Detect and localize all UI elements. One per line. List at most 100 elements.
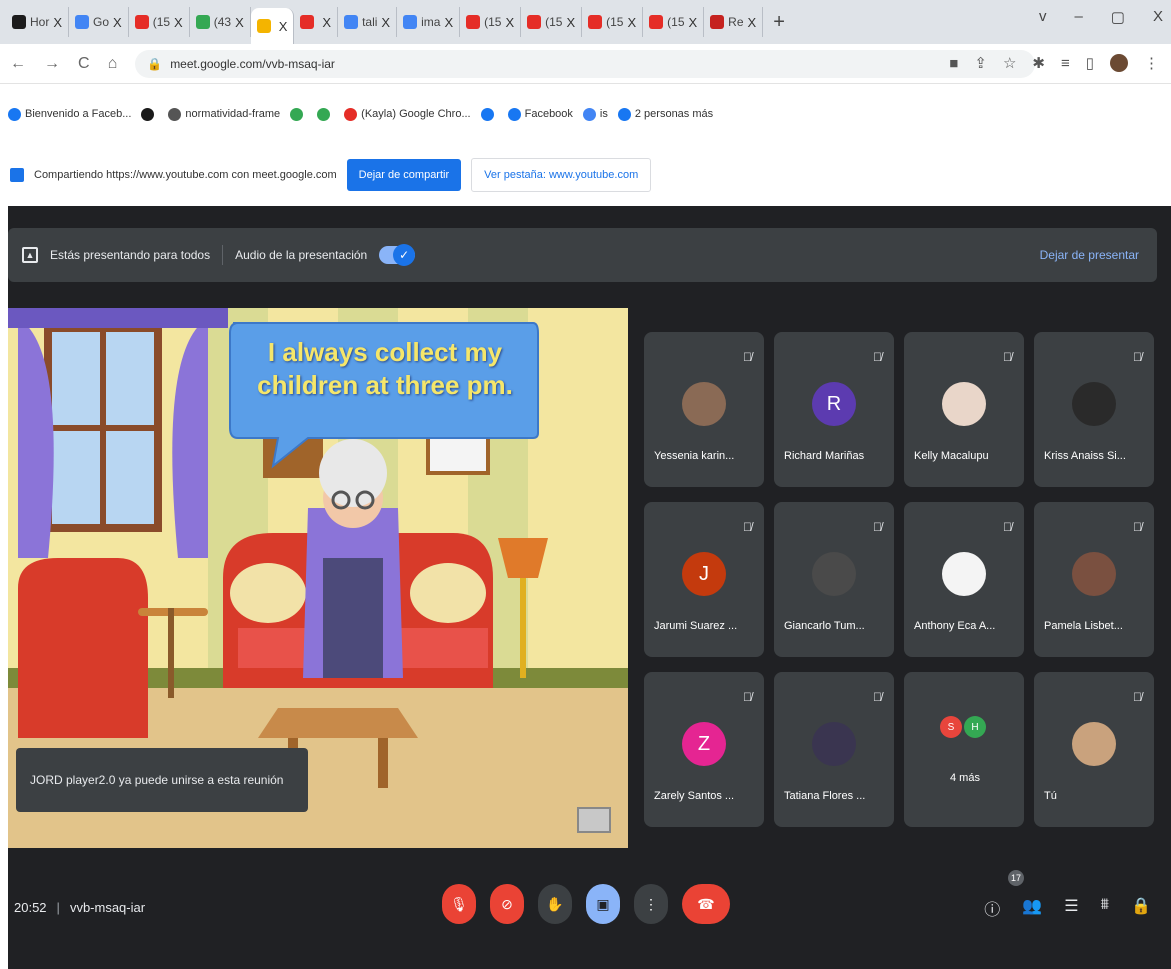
tab-close-icon[interactable]: X (235, 15, 244, 30)
browser-tab[interactable]: ima X (397, 7, 461, 37)
activities-icon[interactable]: ⩩ (1101, 896, 1110, 920)
restore-button[interactable]: ▢ (1111, 8, 1125, 26)
clock: 20:52 (14, 900, 47, 915)
close-window-button[interactable]: X (1153, 8, 1163, 26)
chat-icon[interactable]: ☰ (1064, 896, 1078, 920)
side-panel-icon[interactable]: ▯ (1086, 54, 1094, 72)
participant-name: Yessenia karin... (654, 450, 735, 462)
browser-tab[interactable]: X (250, 8, 295, 44)
participant-tile[interactable]: 🎙̸ Tú (1034, 672, 1154, 827)
menu-kebab-icon[interactable]: ⋮ (1144, 54, 1159, 72)
new-tab-button[interactable]: + (763, 11, 795, 34)
participant-name: Richard Mariñas (784, 450, 865, 462)
tab-close-icon[interactable]: X (53, 15, 62, 30)
mic-muted-icon: 🎙̸ (1003, 350, 1012, 364)
slide-caption: I always collect my children at three pm… (257, 337, 513, 400)
camera-off-button[interactable]: ⊘ (490, 884, 524, 924)
share-icon[interactable]: ⇪ (974, 54, 987, 72)
audio-toggle[interactable]: ✓ (379, 244, 416, 266)
tab-close-icon[interactable]: X (627, 15, 636, 30)
tab-close-icon[interactable]: X (174, 15, 183, 30)
tab-search-button[interactable]: v (1039, 8, 1047, 26)
participant-avatar: R (812, 382, 856, 426)
url-field[interactable]: 🔒 meet.google.com/vvb-msaq-iar (135, 49, 1036, 78)
bookmark-item[interactable]: normatividad-frame (168, 107, 280, 121)
presenting-label: Estás presentando para todos (50, 248, 211, 262)
bookmark-label: 2 personas más (634, 108, 714, 120)
camera-icon[interactable]: ■ (949, 55, 958, 72)
participant-tile[interactable]: 🎙̸ R Richard Mariñas (774, 332, 894, 487)
bookmark-item[interactable]: is (582, 107, 608, 121)
participant-tile[interactable]: 🎙̸ Z Zarely Santos ... (644, 672, 764, 827)
view-tab-button[interactable]: Ver pestaña: www.youtube.com (471, 158, 652, 192)
participant-count-badge: 17 (1008, 870, 1024, 886)
tab-close-icon[interactable]: X (113, 15, 122, 30)
browser-tab[interactable]: Re X (704, 7, 764, 37)
browser-tab[interactable]: (15 X (129, 7, 190, 37)
browser-tab[interactable]: (15 X (582, 7, 644, 37)
tab-close-icon[interactable]: X (322, 15, 331, 30)
forward-button[interactable]: → (44, 55, 60, 73)
browser-tab[interactable]: (15 X (460, 7, 522, 37)
reading-list-icon[interactable]: ≡ (1061, 55, 1070, 72)
extensions-icon[interactable]: ✱ (1032, 54, 1045, 72)
more-options-button[interactable]: ⋮ (634, 884, 668, 924)
audio-label: Audio de la presentación (235, 248, 368, 262)
tab-close-icon[interactable]: X (279, 19, 288, 34)
participant-tile[interactable]: 🎙̸ Tatiana Flores ... (774, 672, 894, 827)
minimize-button[interactable]: – (1074, 8, 1082, 26)
bookmark-favicon-icon (582, 107, 596, 121)
browser-tab[interactable]: Go X (69, 7, 129, 37)
participant-tile[interactable]: 🎙̸ Yessenia karin... (644, 332, 764, 487)
mic-muted-icon: 🎙̸ (1133, 690, 1142, 704)
star-icon[interactable]: ☆ (1003, 54, 1016, 72)
tab-close-icon[interactable]: X (444, 15, 453, 30)
tab-close-icon[interactable]: X (381, 15, 390, 30)
browser-tab[interactable]: (43 X (190, 7, 251, 37)
bookmark-item[interactable] (317, 107, 334, 121)
tab-favicon-icon (710, 15, 725, 29)
more-participants-tile[interactable]: SH4 más (904, 672, 1024, 827)
participant-tile[interactable]: 🎙̸ J Jarumi Suarez ... (644, 502, 764, 657)
reload-button[interactable]: C (78, 55, 90, 73)
mic-muted-icon: 🎙̸ (743, 690, 752, 704)
participant-avatar: Z (682, 722, 726, 766)
tab-close-icon[interactable]: X (505, 15, 514, 30)
bookmark-item[interactable]: 2 personas más (617, 107, 714, 121)
people-icon[interactable]: 👥 (1022, 896, 1042, 920)
browser-tab[interactable]: (15 X (643, 7, 705, 37)
participant-tile[interactable]: 🎙̸ Pamela Lisbet... (1034, 502, 1154, 657)
tab-close-icon[interactable]: X (748, 15, 757, 30)
raise-hand-button[interactable]: ✋ (538, 884, 572, 924)
bookmark-item[interactable]: Bienvenido a Faceb... (8, 107, 131, 121)
bookmark-item[interactable] (480, 107, 498, 121)
browser-tab[interactable]: tali X (338, 7, 398, 37)
profile-avatar[interactable] (1110, 54, 1128, 72)
browser-tab[interactable]: Hor X (6, 7, 70, 37)
host-controls-icon[interactable]: 🔒 (1131, 896, 1151, 920)
participant-name: Anthony Eca A... (914, 620, 996, 632)
participant-tile[interactable]: 🎙̸ Anthony Eca A... (904, 502, 1024, 657)
browser-tab[interactable]: (15 X (521, 7, 583, 37)
bookmarks-bar: Bienvenido a Faceb... normatividad-frame (… (0, 84, 1171, 144)
stop-sharing-button[interactable]: Dejar de compartir (346, 159, 462, 191)
stop-presenting-button[interactable]: Dejar de presentar (1040, 248, 1139, 262)
browser-tab[interactable]: X (294, 7, 339, 37)
present-now-button[interactable]: ▣ (586, 884, 620, 924)
mic-off-button[interactable]: 🎙 (442, 884, 476, 924)
bookmark-label: is (599, 108, 608, 120)
participant-avatar (942, 382, 986, 426)
back-button[interactable]: ← (10, 55, 26, 73)
bookmark-item[interactable] (290, 107, 307, 121)
participant-tile[interactable]: 🎙̸ Kelly Macalupu (904, 332, 1024, 487)
bookmark-item[interactable]: Facebook (507, 107, 573, 121)
tab-close-icon[interactable]: X (689, 15, 698, 30)
participant-tile[interactable]: 🎙̸ Giancarlo Tum... (774, 502, 894, 657)
bookmark-item[interactable] (141, 107, 158, 121)
tab-close-icon[interactable]: X (566, 15, 575, 30)
home-button[interactable]: ⌂ (108, 55, 118, 73)
info-icon[interactable]: ⓘ (984, 896, 1000, 920)
bookmark-item[interactable]: (Kayla) Google Chro... (344, 107, 471, 121)
leave-call-button[interactable]: ☎ (682, 884, 730, 924)
participant-tile[interactable]: 🎙̸ Kriss Anaiss Si... (1034, 332, 1154, 487)
